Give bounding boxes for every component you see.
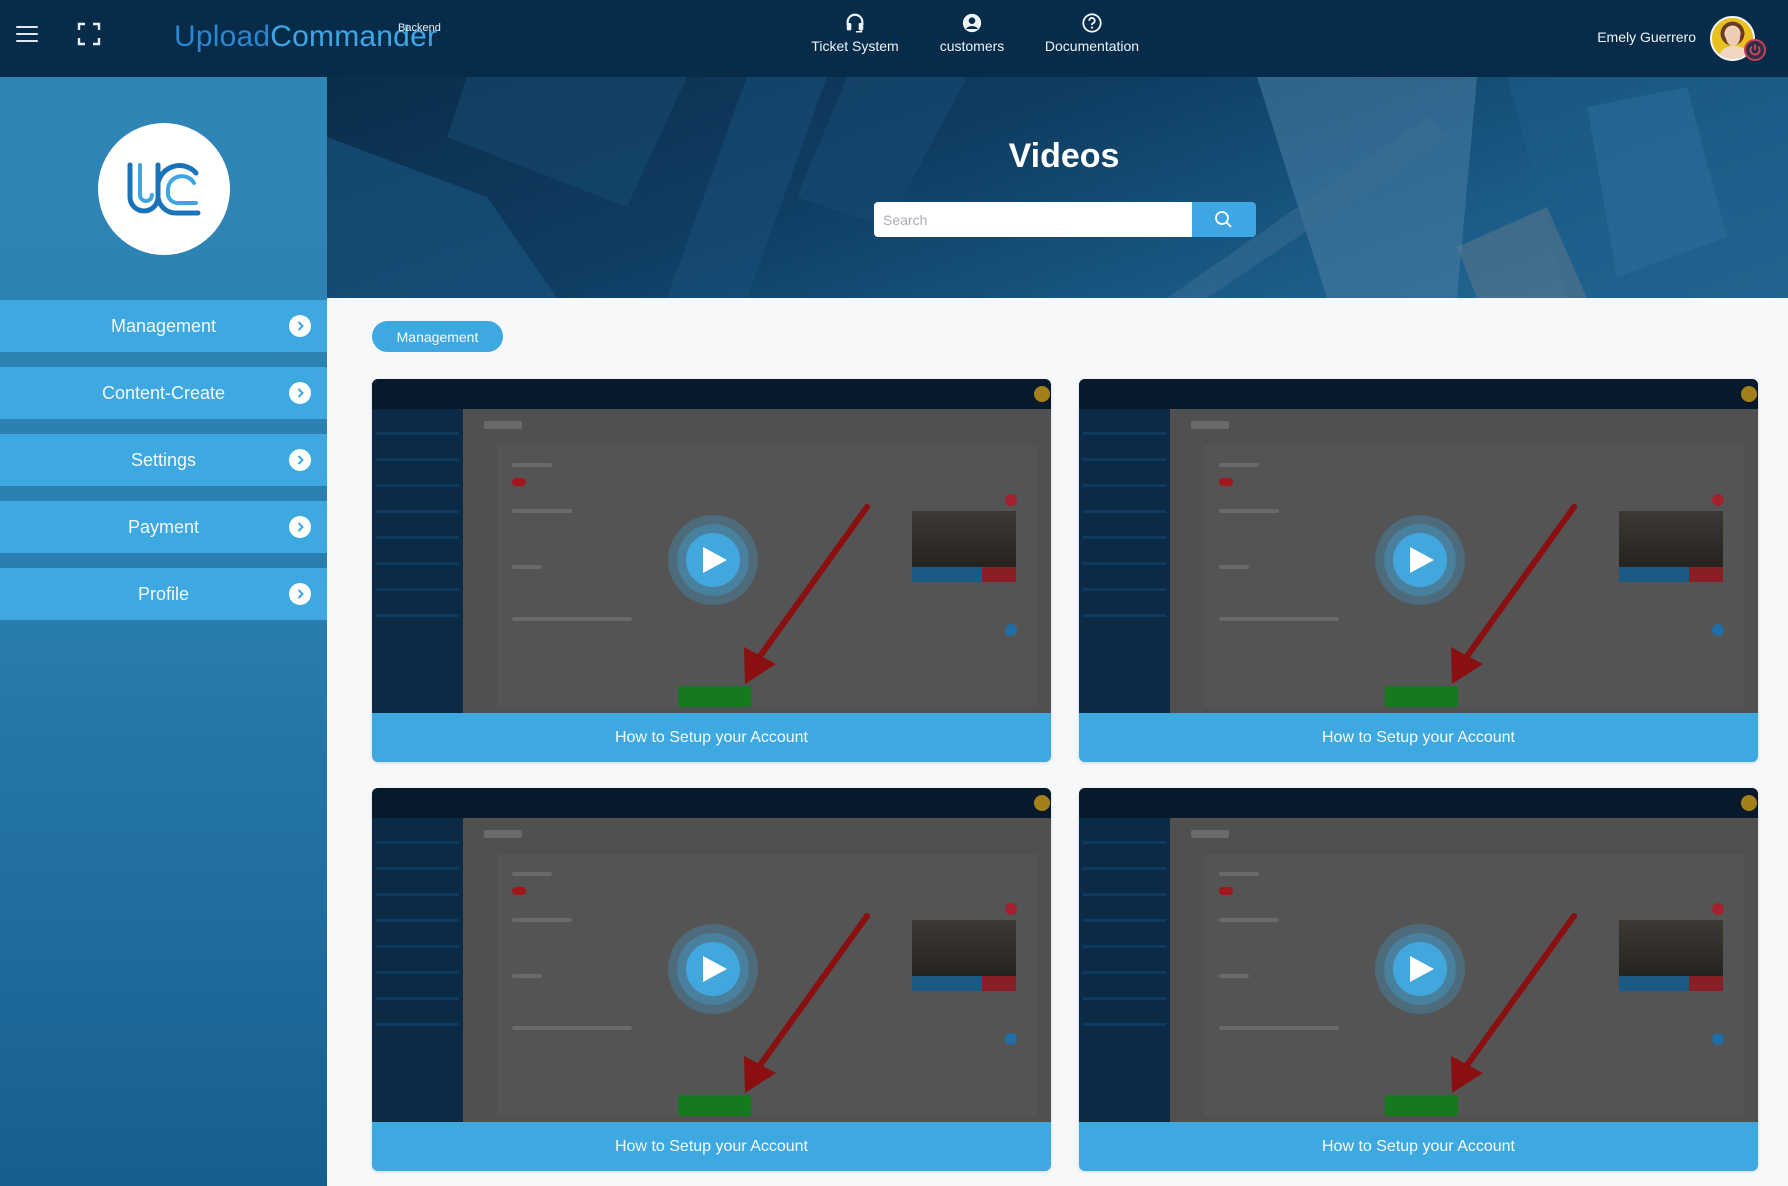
nav-customers[interactable]: customers	[930, 10, 1014, 70]
fullscreen-icon	[77, 22, 101, 46]
video-title[interactable]: How to Setup your Account	[1079, 713, 1758, 762]
sidebar-item-management[interactable]: Management	[0, 300, 327, 352]
hamburger-line	[16, 26, 38, 28]
avatar-face	[1726, 28, 1740, 46]
play-button[interactable]	[668, 924, 758, 1014]
hero-banner: Videos	[327, 77, 1788, 298]
sidebar-item-label: Payment	[127, 516, 200, 537]
thumbnail-toggle	[1219, 887, 1233, 895]
video-thumbnail[interactable]	[372, 788, 1051, 1122]
brand-badge: Backend	[398, 22, 441, 34]
video-card[interactable]: How to Setup your Account	[1079, 379, 1758, 762]
thumbnail-navbar	[372, 379, 1051, 409]
thumbnail-save-button	[1385, 686, 1458, 707]
thumbnail-image	[912, 920, 1016, 976]
user-circle-icon	[962, 13, 982, 33]
logout-button[interactable]	[1744, 39, 1766, 61]
play-button[interactable]	[1375, 515, 1465, 605]
brand-logo[interactable]: UploadCommander Backend	[174, 20, 441, 60]
chevron-right-icon	[289, 449, 311, 471]
thumbnail-heading	[1191, 421, 1229, 429]
uc-logo-icon	[127, 162, 201, 216]
play-button[interactable]	[668, 515, 758, 605]
video-thumbnail[interactable]	[372, 379, 1051, 713]
play-icon	[703, 547, 727, 573]
sidebar-item-label: Profile	[137, 583, 190, 604]
thumbnail-toggle	[512, 478, 526, 486]
thumbnail-save-button	[678, 686, 751, 707]
sidebar	[0, 77, 327, 1186]
thumbnail-image	[1619, 511, 1723, 567]
thumbnail-avatar	[1741, 386, 1757, 402]
thumbnail-sidebar	[372, 409, 463, 713]
sidebar-logo[interactable]	[98, 123, 230, 255]
menu-toggle-button[interactable]	[16, 24, 38, 44]
video-title[interactable]: How to Setup your Account	[372, 1122, 1051, 1171]
category-management-button[interactable]: Management	[372, 321, 503, 352]
thumbnail-navbar	[1079, 379, 1758, 409]
thumbnail-avatar	[1741, 795, 1757, 811]
brand-upload: Upload	[174, 20, 271, 53]
thumbnail-avatar	[1034, 795, 1050, 811]
sidebar-item-settings[interactable]: Settings	[0, 434, 327, 486]
thumbnail-save-button	[1385, 1095, 1458, 1116]
play-button[interactable]	[1375, 924, 1465, 1014]
video-title[interactable]: How to Setup your Account	[372, 713, 1051, 762]
thumbnail-toggle	[1219, 478, 1233, 486]
thumbnail-heading	[484, 830, 522, 838]
sidebar-item-label: Settings	[130, 449, 197, 470]
thumbnail-heading	[484, 421, 522, 429]
play-icon	[1410, 547, 1434, 573]
video-thumbnail[interactable]	[1079, 788, 1758, 1122]
video-card[interactable]: How to Setup your Account	[1079, 788, 1758, 1171]
hamburger-line	[16, 40, 38, 42]
thumbnail-sidebar	[1079, 818, 1170, 1122]
user-name[interactable]: Emely Guerrero	[1597, 29, 1696, 45]
sidebar-item-profile[interactable]: Profile	[0, 568, 327, 620]
thumbnail-navbar	[372, 788, 1051, 818]
search-icon	[1215, 211, 1232, 228]
thumbnail-navbar	[1079, 788, 1758, 818]
video-card[interactable]: How to Setup your Account	[372, 379, 1051, 762]
thumbnail-save-button	[678, 1095, 751, 1116]
sidebar-item-label: Management	[110, 315, 217, 336]
nav-label: customers	[939, 38, 1005, 54]
chevron-right-icon	[289, 315, 311, 337]
nav-label: Documentation	[1044, 38, 1140, 54]
chevron-right-icon	[289, 583, 311, 605]
video-card[interactable]: How to Setup your Account	[372, 788, 1051, 1171]
thumbnail-avatar	[1034, 386, 1050, 402]
play-icon	[703, 956, 727, 982]
video-title[interactable]: How to Setup your Account	[1079, 1122, 1758, 1171]
city-buildings-background	[327, 77, 1788, 298]
search-input[interactable]	[874, 202, 1192, 237]
play-icon	[1410, 956, 1434, 982]
thumbnail-image	[912, 511, 1016, 567]
hamburger-line	[16, 33, 38, 35]
search-button[interactable]	[1192, 202, 1256, 237]
thumbnail-image	[1619, 920, 1723, 976]
thumbnail-sidebar	[372, 818, 463, 1122]
thumbnail-heading	[1191, 830, 1229, 838]
chevron-right-icon	[289, 382, 311, 404]
video-thumbnail[interactable]	[1079, 379, 1758, 713]
nav-label: Ticket System	[811, 38, 899, 54]
sidebar-item-content-create[interactable]: Content-Create	[0, 367, 327, 419]
headset-icon	[846, 13, 864, 33]
top-navbar: UploadCommander Backend Ticket System cu…	[0, 0, 1788, 77]
nav-documentation[interactable]: Documentation	[1040, 10, 1144, 70]
page-title: Videos	[1008, 137, 1120, 175]
sidebar-item-label: Content-Create	[101, 382, 226, 403]
thumbnail-sidebar	[1079, 409, 1170, 713]
power-icon	[1749, 44, 1761, 56]
question-circle-icon	[1082, 13, 1102, 33]
chevron-right-icon	[289, 516, 311, 538]
fullscreen-button[interactable]	[77, 22, 101, 46]
sidebar-item-payment[interactable]: Payment	[0, 501, 327, 553]
thumbnail-toggle	[512, 887, 526, 895]
nav-ticket-system[interactable]: Ticket System	[808, 10, 902, 70]
